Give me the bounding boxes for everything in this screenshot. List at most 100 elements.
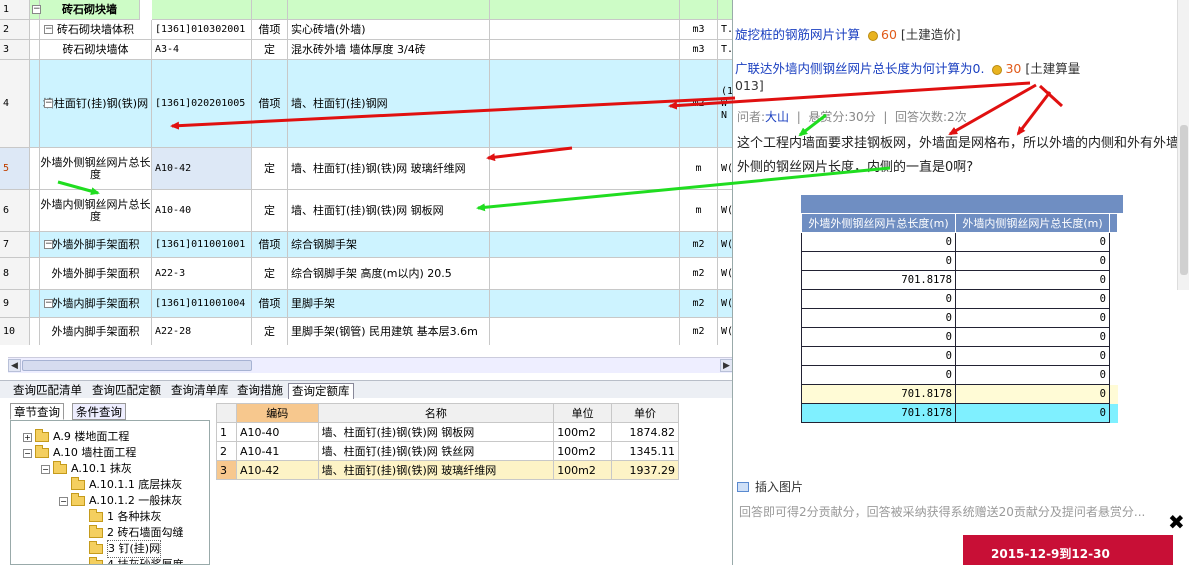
grid-cell-desc: 里脚手架 [288, 290, 490, 318]
tree-item[interactable]: 2 砖石墙面勾缝 [77, 525, 184, 541]
grid-row[interactable]: 9 外墙内脚手架面积 [1361]011001004 借项 里脚手架 m2 W(− [0, 290, 732, 318]
tab-chapter-query[interactable]: 章节查询 [10, 403, 64, 420]
chapter-tree: + A.9 楼地面工程 − A.10 墙柱面工程 − A.10.1 抹灰 A.10.1.1 … [10, 420, 210, 565]
table-row[interactable]: 2 A10-41 墙、柱面钉(挂)钢(铁)网 铁丝网 100m2 1345.11 [216, 441, 679, 461]
grid-row[interactable]: 8 外墙外脚手架面积 A22-3 定综合钢脚手架 高度(m以内) 20.5 m2 W( [0, 258, 732, 290]
col-code[interactable]: 编码 [235, 403, 319, 423]
tree-item[interactable]: − A.10.1.2 一般抹灰 [59, 493, 182, 509]
grid-row[interactable]: 7 外墙外脚手架面积 [1361]011001001 借项 综合钢脚手架 m2 W(− [0, 232, 732, 258]
col-price[interactable]: 单价 [611, 403, 679, 423]
tree-item[interactable]: − A.10.1 抹灰 [41, 461, 132, 477]
grid-row[interactable]: 2 砖石砌块墙体积 [1361]010302001 借项 实心砖墙(外墙) m3 T. − [0, 20, 732, 40]
folder-icon [89, 509, 103, 522]
inner-cell: 0 [955, 289, 1110, 309]
vertical-scrollbar[interactable] [1177, 0, 1189, 290]
question-link-1-text[interactable]: 旋挖桩的钢筋网片计算 [735, 27, 860, 42]
tab-condition-query[interactable]: 条件查询 [72, 403, 126, 420]
grid-row[interactable]: 10 外墙内脚手架面积 A22-28 定里脚手架(钢管) 民用建筑 基本层3.6m m2… [0, 318, 732, 345]
grid-cell-code: A3-4 [152, 40, 252, 60]
inner-col-more [1109, 213, 1118, 233]
collapse-icon[interactable]: − [44, 25, 53, 34]
asker-name[interactable]: 大山 [765, 110, 789, 124]
question-link-2-text[interactable]: 广联达外墙内侧钢丝网片总长度为何计算为0. [735, 61, 984, 76]
grid-cell-no[interactable]: 9 [0, 290, 30, 318]
horizontal-scrollbar[interactable]: ◀ ▶ [8, 357, 732, 373]
grid-row[interactable]: 6 外墙内侧钢丝网片总长度 A10-40 定墙、柱面钉(挂)钢(铁)网 钢板网 m W( [0, 190, 732, 232]
close-icon[interactable]: ✖ [1168, 510, 1185, 534]
tab-match-quota[interactable]: 查询匹配定额 [89, 383, 164, 399]
folder-icon [35, 445, 49, 458]
scroll-left-icon[interactable]: ◀ [8, 359, 21, 372]
inner-cell-spacer [1110, 233, 1118, 252]
category-tag[interactable]: [土建算量 [1025, 61, 1080, 76]
answer-count: 回答次数:2次 [895, 110, 967, 124]
grid-cell-no[interactable]: 1 [0, 0, 30, 20]
grid-cell-no[interactable]: 7 [0, 232, 30, 258]
tab-quota-library[interactable]: 查询定额库 [288, 383, 354, 399]
question-link-1[interactable]: 旋挖桩的钢筋网片计算 60 [土建造价] [735, 24, 961, 43]
tab-list-library[interactable]: 查询清单库 [168, 383, 232, 399]
grid-row[interactable]: 5 外墙外侧钢丝网片总长度 A10-42 定墙、柱面钉(挂)钢(铁)网 玻璃纤维网 m W… [0, 148, 732, 190]
collapse-icon[interactable]: − [44, 99, 53, 108]
grid-row[interactable]: 4 墙柱面钉(挂)钢(铁)网 [1361]020201005 借项 墙、柱面钉(挂)钢网… [0, 60, 732, 148]
collapse-icon[interactable]: − [32, 5, 41, 14]
score-badge: 30 [1005, 61, 1022, 76]
collapse-icon[interactable]: − [44, 299, 53, 308]
table-row[interactable]: 3 A10-42 墙、柱面钉(挂)钢(铁)网 玻璃纤维网 100m2 1937.… [216, 460, 679, 480]
tree-item[interactable]: 3 钉(挂)网 [77, 540, 162, 558]
inner-table-row: 00 [801, 327, 1118, 347]
grid-cell-desc: 墙、柱面钉(挂)钢(铁)网 玻璃纤维网 [288, 148, 490, 190]
row-price: 1937.29 [611, 460, 679, 480]
grid-cell-desc: 墙、柱面钉(挂)钢网 [288, 60, 490, 148]
tree-item[interactable]: 1 各种抹灰 [77, 509, 162, 525]
grid-row[interactable]: 1 砖石砌块墙 − [0, 0, 732, 20]
tree-item-label: A.10.1 抹灰 [71, 462, 132, 475]
grid-cell-no[interactable]: 10 [0, 318, 30, 345]
grid-cell-code: A22-28 [152, 318, 252, 345]
inner-cell: 0 [955, 232, 1110, 252]
tree-item[interactable]: + A.9 楼地面工程 [23, 429, 129, 445]
scroll-thumb[interactable] [22, 360, 252, 371]
tab-match-list[interactable]: 查询匹配清单 [10, 383, 85, 399]
table-row[interactable]: 1 A10-40 墙、柱面钉(挂)钢(铁)网 钢板网 100m2 1874.82 [216, 422, 679, 442]
expand-icon[interactable]: + [23, 432, 32, 442]
grid-cell-gap [490, 318, 680, 345]
grid-cell-extra: W( [718, 232, 732, 258]
col-unit[interactable]: 单位 [553, 403, 613, 423]
grid-cell-code: [1361]010302001 [152, 20, 252, 40]
grid-cell-no[interactable]: 2 [0, 20, 30, 40]
grid-cell-unit: m2 [680, 60, 718, 148]
category-tag[interactable]: [土建造价] [901, 27, 961, 42]
collapse-icon[interactable]: − [59, 496, 68, 506]
answer-input[interactable]: 回答即可得2分贡献分，回答被采纳获得系统赠送20贡献分及提问者悬赏分... [739, 503, 1169, 520]
insert-image-button[interactable]: 插入图片 [737, 478, 803, 495]
inner-col-inner: 外墙内侧钢丝网片总长度(m) [955, 213, 1110, 233]
grid-cell-no[interactable]: 5 [0, 148, 30, 190]
grid-cell-no[interactable]: 8 [0, 258, 30, 290]
grid-cell-tree [30, 232, 40, 258]
grid-row[interactable]: 3 砖石砌块墙体 A3-4 定混水砖外墙 墙体厚度 3/4砖 m3 T. [0, 40, 732, 60]
grid-cell-no[interactable]: 6 [0, 190, 30, 232]
collapse-icon[interactable]: − [44, 240, 53, 249]
grid-cell-gap [490, 0, 680, 20]
tree-item[interactable]: A.10.1.1 底层抹灰 [59, 477, 182, 493]
grid-cell-no[interactable]: 3 [0, 40, 30, 60]
grid-cell-unit: m3 [680, 40, 718, 60]
col-name[interactable]: 名称 [317, 403, 555, 423]
grid-cell-no[interactable]: 4 [0, 60, 30, 148]
tree-item[interactable]: − A.10 墙柱面工程 [23, 445, 136, 461]
scroll-thumb[interactable] [1180, 125, 1188, 275]
inner-table-row: 00 [801, 289, 1118, 309]
collapse-icon[interactable]: − [23, 448, 32, 458]
tree-item-label: A.10 墙柱面工程 [53, 446, 137, 459]
collapse-icon[interactable]: − [41, 464, 50, 474]
question-link-2[interactable]: 广联达外墙内侧钢丝网片总长度为何计算为0. 30 [土建算量 [735, 58, 1080, 77]
promo-banner[interactable]: 2015-12-9到12-30 [963, 535, 1173, 565]
row-unit: 100m2 [553, 441, 613, 461]
grid-cell-name: 外墙内脚手架面积 [40, 290, 152, 318]
tree-item[interactable]: 4 抹灰砂浆厚度 [77, 557, 184, 564]
inner-cell: 0 [955, 384, 1110, 404]
scroll-right-icon[interactable]: ▶ [720, 359, 732, 372]
tab-measures[interactable]: 查询措施 [234, 383, 286, 399]
grid-cell-name: 外墙外侧钢丝网片总长度 [40, 148, 152, 190]
